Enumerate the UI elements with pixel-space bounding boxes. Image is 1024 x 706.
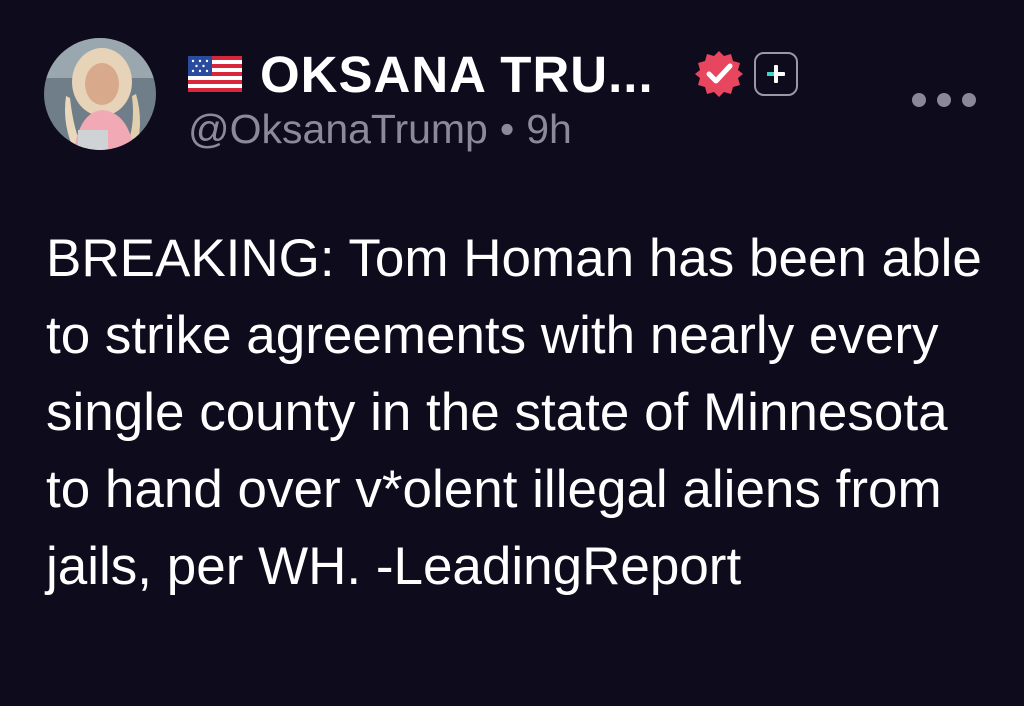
author-avatar[interactable] [44, 38, 156, 150]
author-handle[interactable]: @OksanaTrump [188, 106, 488, 152]
author-display-name[interactable]: OKSANA TRU... [260, 45, 654, 104]
avatar-image [44, 38, 156, 150]
more-options-icon[interactable] [912, 86, 976, 114]
more-dot [962, 93, 976, 107]
follow-button[interactable] [753, 52, 798, 96]
post-body-text: BREAKING: Tom Homan has been able to str… [46, 229, 982, 596]
author-meta-row: @OksanaTrump • 9h [188, 106, 572, 153]
more-dot [912, 93, 926, 107]
author-name-row: OKSANA TRU... [188, 44, 798, 104]
post-timestamp[interactable]: 9h [526, 106, 572, 152]
us-flag-icon [188, 56, 242, 92]
plus-icon [766, 65, 785, 83]
post-card: OKSANA TRU... @OksanaTrump • 9h BREAKING: … [0, 0, 1024, 706]
more-dot [937, 93, 951, 107]
verified-badge-icon [694, 51, 743, 97]
meta-separator: • [499, 106, 515, 152]
